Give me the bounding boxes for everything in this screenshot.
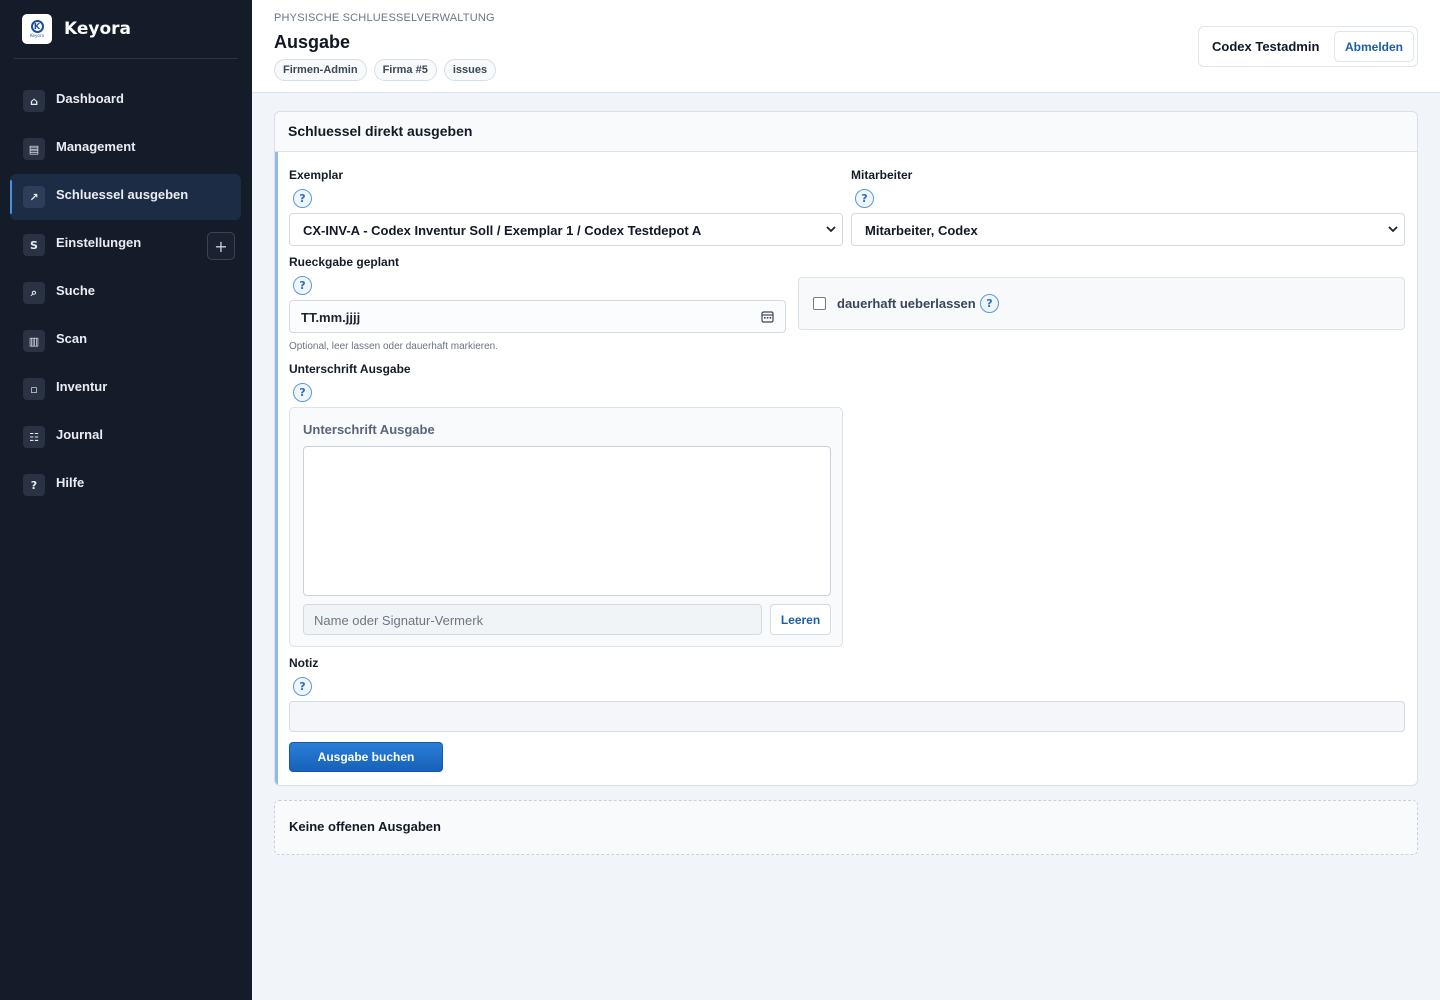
sidebar-item-label: Hilfe — [56, 475, 85, 490]
signature-panel: Unterschrift Ausgabe Name oder Signatur-… — [289, 407, 843, 647]
sidebar-item-label: Dashboard — [56, 91, 124, 106]
sidebar-item-suche[interactable]: ⌕ Suche — [10, 270, 241, 316]
card-accent — [275, 112, 278, 785]
signature-help-icon[interactable]: ? — [293, 383, 312, 402]
page-header: PHYSISCHE SCHLUESSELVERWALTUNG Ausgabe F… — [252, 0, 1440, 93]
sidebar-item-label: Inventur — [56, 379, 108, 394]
sidebar-item-hilfe[interactable]: ? Hilfe — [10, 462, 241, 508]
page-title: Ausgabe — [274, 32, 351, 52]
exemplar-select[interactable]: CX-INV-A - Codex Inventur Soll / Exempla… — [289, 213, 843, 246]
submit-issue-button[interactable]: Ausgabe buchen — [289, 742, 443, 772]
sidebar-item-label: Journal — [56, 427, 103, 442]
employee-select[interactable]: Mitarbeiter, Codex — [851, 213, 1405, 246]
signature-label: Unterschrift Ausgabe — [289, 362, 411, 376]
signature-panel-title: Unterschrift Ausgabe — [303, 422, 435, 437]
return-date-help-icon[interactable]: ? — [293, 276, 312, 295]
chevron-down-icon — [1388, 226, 1398, 233]
keyora-logo: K Keyora — [22, 14, 52, 44]
exemplar-help-icon[interactable]: ? — [293, 189, 312, 208]
permanent-checkbox[interactable] — [813, 297, 826, 310]
user-box: Codex Testadmin Abmelden — [1198, 26, 1418, 67]
calendar-icon[interactable] — [761, 310, 774, 323]
exemplar-label: Exemplar — [289, 168, 344, 182]
return-date-input[interactable]: TT.mm.jjjj — [289, 300, 786, 333]
list-icon: ☷ — [23, 426, 45, 448]
sidebar-item-label: Suche — [56, 283, 96, 298]
permanent-help-icon[interactable]: ? — [980, 294, 999, 313]
app-name: Keyora — [64, 19, 132, 39]
sidebar-item-dashboard[interactable]: ⌂ Dashboard — [10, 78, 241, 124]
expand-plus-icon[interactable]: + — [207, 232, 235, 260]
role-chip: Firmen-Admin — [274, 59, 367, 81]
context-chips: Firmen-Admin Firma #5 issues — [274, 59, 497, 81]
employee-help-icon[interactable]: ? — [855, 189, 874, 208]
signature-name-placeholder: Name oder Signatur-Vermerk — [314, 613, 484, 628]
settings-s-icon: S — [23, 234, 45, 256]
sidebar: K Keyora Keyora ⌂ Dashboard ▤ Management… — [0, 0, 252, 1000]
signature-name-input[interactable]: Name oder Signatur-Vermerk — [303, 604, 762, 635]
note-label: Notiz — [289, 656, 319, 670]
signature-canvas[interactable] — [303, 446, 831, 596]
sidebar-item-schluessel-ausgeben[interactable]: ↗ Schluessel ausgeben — [10, 174, 241, 220]
help-icon: ? — [23, 474, 45, 496]
logout-button[interactable]: Abmelden — [1334, 31, 1414, 62]
building-icon: ▤ — [23, 138, 45, 160]
sidebar-divider — [14, 58, 238, 59]
user-name: Codex Testadmin — [1212, 39, 1320, 54]
note-help-icon[interactable]: ? — [293, 677, 312, 696]
return-date-label: Rueckgabe geplant — [289, 255, 400, 269]
note-input[interactable] — [289, 701, 1405, 732]
employee-label: Mitarbeiter — [851, 168, 913, 182]
open-issues-panel: Keine offenen Ausgaben — [274, 800, 1418, 855]
return-date-hint: Optional, leer lassen oder dauerhaft mar… — [289, 341, 499, 352]
signature-clear-button[interactable]: Leeren — [770, 604, 831, 635]
permanent-label[interactable]: dauerhaft ueberlassen — [837, 296, 976, 311]
page-kicker: PHYSISCHE SCHLUESSELVERWALTUNG — [274, 12, 495, 24]
arrow-up-right-icon: ↗ — [23, 186, 45, 208]
chevron-down-icon — [826, 226, 836, 233]
exemplar-select-value: CX-INV-A - Codex Inventur Soll / Exempla… — [303, 223, 702, 238]
sidebar-item-inventur[interactable]: ▫ Inventur — [10, 366, 241, 412]
logo-text: Keyora — [30, 33, 44, 38]
sidebar-item-scan[interactable]: ▥ Scan — [10, 318, 241, 364]
sidebar-item-einstellungen[interactable]: S Einstellungen + — [10, 222, 241, 268]
card-header: Schluessel direkt ausgeben — [275, 112, 1417, 152]
permanent-option: dauerhaft ueberlassen ? — [798, 277, 1405, 330]
employee-select-value: Mitarbeiter, Codex — [865, 223, 978, 238]
company-chip: Firma #5 — [373, 59, 437, 81]
open-issues-empty-text: Keine offenen Ausgaben — [289, 819, 441, 834]
search-icon: ⌕ — [23, 282, 45, 304]
sidebar-item-journal[interactable]: ☷ Journal — [10, 414, 241, 460]
brand[interactable]: K Keyora Keyora — [22, 14, 131, 44]
sidebar-item-label: Management — [56, 139, 136, 154]
barcode-icon: ▥ — [23, 330, 45, 352]
return-date-placeholder: TT.mm.jjjj — [301, 310, 361, 325]
sidebar-item-label: Schluessel ausgeben — [56, 187, 189, 202]
issue-form-card: Schluessel direkt ausgeben Exemplar ? CX… — [274, 111, 1418, 786]
home-icon: ⌂ — [23, 90, 45, 112]
sidebar-item-management[interactable]: ▤ Management — [10, 126, 241, 172]
sidebar-item-label: Einstellungen — [56, 235, 142, 250]
sidebar-item-label: Scan — [56, 331, 88, 346]
box-icon: ▫ — [23, 378, 45, 400]
card-title: Schluessel direkt ausgeben — [288, 123, 473, 139]
scope-chip: issues — [443, 59, 497, 81]
